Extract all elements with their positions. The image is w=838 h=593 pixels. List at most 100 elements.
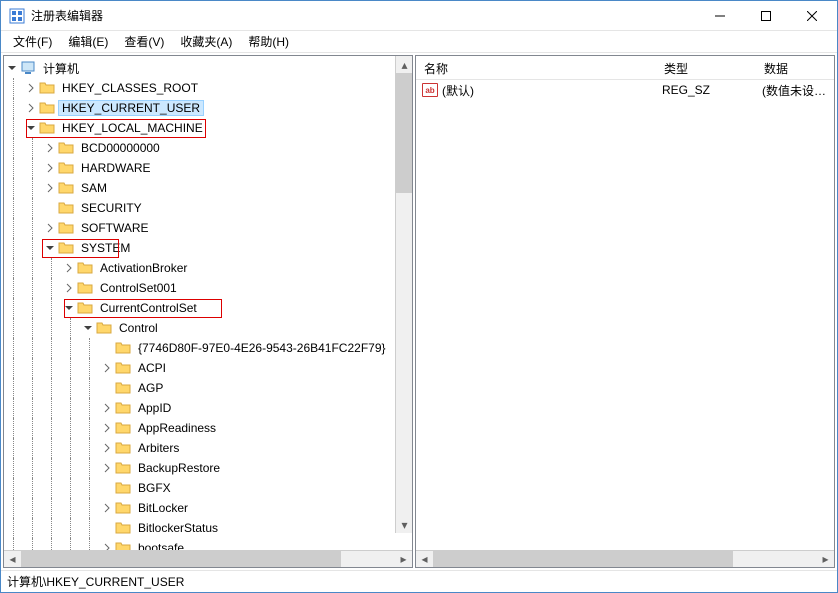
- expander-icon[interactable]: [4, 60, 20, 76]
- window-controls: [697, 1, 835, 31]
- tree-hkcu[interactable]: HKEY_CURRENT_USER: [4, 98, 395, 118]
- titlebar[interactable]: 注册表编辑器: [1, 1, 837, 31]
- column-type[interactable]: 类型: [656, 56, 756, 79]
- scroll-thumb[interactable]: [396, 73, 412, 193]
- expander-icon[interactable]: [99, 440, 115, 456]
- expander-none: [99, 480, 115, 496]
- menu-file[interactable]: 文件(F): [5, 31, 60, 52]
- menubar: 文件(F) 编辑(E) 查看(V) 收藏夹(A) 帮助(H): [1, 31, 837, 53]
- scroll-right-icon[interactable]: ▸: [395, 551, 412, 568]
- expander-icon[interactable]: [99, 500, 115, 516]
- column-name[interactable]: 名称: [416, 56, 656, 79]
- expander-icon[interactable]: [42, 220, 58, 236]
- tree-activationbroker[interactable]: ActivationBroker: [4, 258, 395, 278]
- tree-label: BGFX: [134, 481, 175, 495]
- folder-icon: [77, 300, 93, 316]
- menu-view[interactable]: 查看(V): [116, 31, 172, 52]
- folder-icon: [115, 480, 131, 496]
- scroll-left-icon[interactable]: ◂: [416, 551, 433, 568]
- tree-bgfx[interactable]: BGFX: [4, 478, 395, 498]
- expander-none: [99, 380, 115, 396]
- expander-icon[interactable]: [61, 300, 77, 316]
- tree-hklm[interactable]: HKEY_LOCAL_MACHINE: [4, 118, 395, 138]
- list-row[interactable]: ab (默认) REG_SZ (数值未设置): [416, 80, 834, 100]
- close-button[interactable]: [789, 1, 835, 31]
- tree-appreadiness[interactable]: AppReadiness: [4, 418, 395, 438]
- folder-icon: [115, 420, 131, 436]
- tree-vertical-scrollbar[interactable]: ▴ ▾: [395, 56, 412, 533]
- expander-icon[interactable]: [42, 160, 58, 176]
- tree-backuprestore[interactable]: BackupRestore: [4, 458, 395, 478]
- value-type: REG_SZ: [656, 83, 756, 97]
- tree-security[interactable]: SECURITY: [4, 198, 395, 218]
- scroll-up-icon[interactable]: ▴: [396, 56, 412, 73]
- expander-icon[interactable]: [23, 120, 39, 136]
- expander-icon[interactable]: [99, 540, 115, 550]
- tree-label: HKEY_CURRENT_USER: [58, 100, 204, 116]
- tree-control[interactable]: Control: [4, 318, 395, 338]
- tree-label: Arbiters: [134, 441, 183, 455]
- expander-icon[interactable]: [42, 240, 58, 256]
- tree-arbiters[interactable]: Arbiters: [4, 438, 395, 458]
- app-icon: [9, 8, 25, 24]
- scroll-thumb[interactable]: [433, 551, 733, 568]
- expander-icon[interactable]: [99, 460, 115, 476]
- tree-hkcr[interactable]: HKEY_CLASSES_ROOT: [4, 78, 395, 98]
- minimize-button[interactable]: [697, 1, 743, 31]
- tree-pane: 计算机HKEY_CLASSES_ROOT HKEY_CURRENT_USER HKE…: [3, 55, 413, 568]
- tree-software[interactable]: SOFTWARE: [4, 218, 395, 238]
- expander-icon[interactable]: [99, 420, 115, 436]
- tree-label: AGP: [134, 381, 167, 395]
- tree-label: ControlSet001: [96, 281, 181, 295]
- registry-tree[interactable]: 计算机HKEY_CLASSES_ROOT HKEY_CURRENT_USER HKE…: [4, 56, 395, 550]
- tree-controlset001[interactable]: ControlSet001: [4, 278, 395, 298]
- tree-hardware[interactable]: HARDWARE: [4, 158, 395, 178]
- tree-currentcontrolset[interactable]: CurrentControlSet: [4, 298, 395, 318]
- scroll-left-icon[interactable]: ◂: [4, 551, 21, 568]
- tree-bitlockerstatus[interactable]: BitlockerStatus: [4, 518, 395, 538]
- expander-icon[interactable]: [23, 80, 39, 96]
- expander-icon[interactable]: [99, 360, 115, 376]
- folder-icon: [115, 400, 131, 416]
- tree-root[interactable]: 计算机: [4, 58, 395, 78]
- folder-icon: [115, 460, 131, 476]
- expander-icon[interactable]: [80, 320, 96, 336]
- tree-system[interactable]: SYSTEM: [4, 238, 395, 258]
- tree-bootsafe[interactable]: bootsafe: [4, 538, 395, 550]
- maximize-button[interactable]: [743, 1, 789, 31]
- expander-icon[interactable]: [42, 180, 58, 196]
- column-data[interactable]: 数据: [756, 56, 834, 79]
- values-list[interactable]: ab (默认) REG_SZ (数值未设置): [416, 80, 834, 550]
- expander-icon[interactable]: [23, 100, 39, 116]
- tree-appid[interactable]: AppID: [4, 398, 395, 418]
- expander-icon[interactable]: [61, 280, 77, 296]
- menu-favorites[interactable]: 收藏夹(A): [172, 31, 240, 52]
- menu-help[interactable]: 帮助(H): [240, 31, 297, 52]
- tree-label: AppID: [134, 401, 175, 415]
- tree-label: {7746D80F-97E0-4E26-9543-26B41FC22F79}: [134, 341, 390, 355]
- tree-label: BitLocker: [134, 501, 192, 515]
- tree-label: CurrentControlSet: [96, 301, 201, 315]
- expander-icon[interactable]: [99, 400, 115, 416]
- expander-none: [42, 200, 58, 216]
- tree-bitlocker[interactable]: BitLocker: [4, 498, 395, 518]
- menu-edit[interactable]: 编辑(E): [60, 31, 116, 52]
- tree-label: HARDWARE: [77, 161, 155, 175]
- folder-icon: [115, 500, 131, 516]
- tree-horizontal-scrollbar[interactable]: ◂ ▸: [4, 550, 412, 567]
- expander-icon[interactable]: [42, 140, 58, 156]
- tree-sam[interactable]: SAM: [4, 178, 395, 198]
- list-horizontal-scrollbar[interactable]: ◂ ▸: [416, 550, 834, 567]
- tree-guid[interactable]: {7746D80F-97E0-4E26-9543-26B41FC22F79}: [4, 338, 395, 358]
- tree-bcd[interactable]: BCD00000000: [4, 138, 395, 158]
- scroll-thumb[interactable]: [21, 551, 341, 568]
- tree-acpi[interactable]: ACPI: [4, 358, 395, 378]
- statusbar-path: 计算机\HKEY_CURRENT_USER: [7, 573, 184, 590]
- scroll-right-icon[interactable]: ▸: [817, 551, 834, 568]
- values-pane: 名称 类型 数据 ab (默认) REG_SZ (数值未设置) ◂ ▸: [415, 55, 835, 568]
- scroll-down-icon[interactable]: ▾: [396, 516, 412, 533]
- statusbar: 计算机\HKEY_CURRENT_USER: [1, 570, 837, 592]
- tree-agp[interactable]: AGP: [4, 378, 395, 398]
- folder-icon: [115, 380, 131, 396]
- expander-icon[interactable]: [61, 260, 77, 276]
